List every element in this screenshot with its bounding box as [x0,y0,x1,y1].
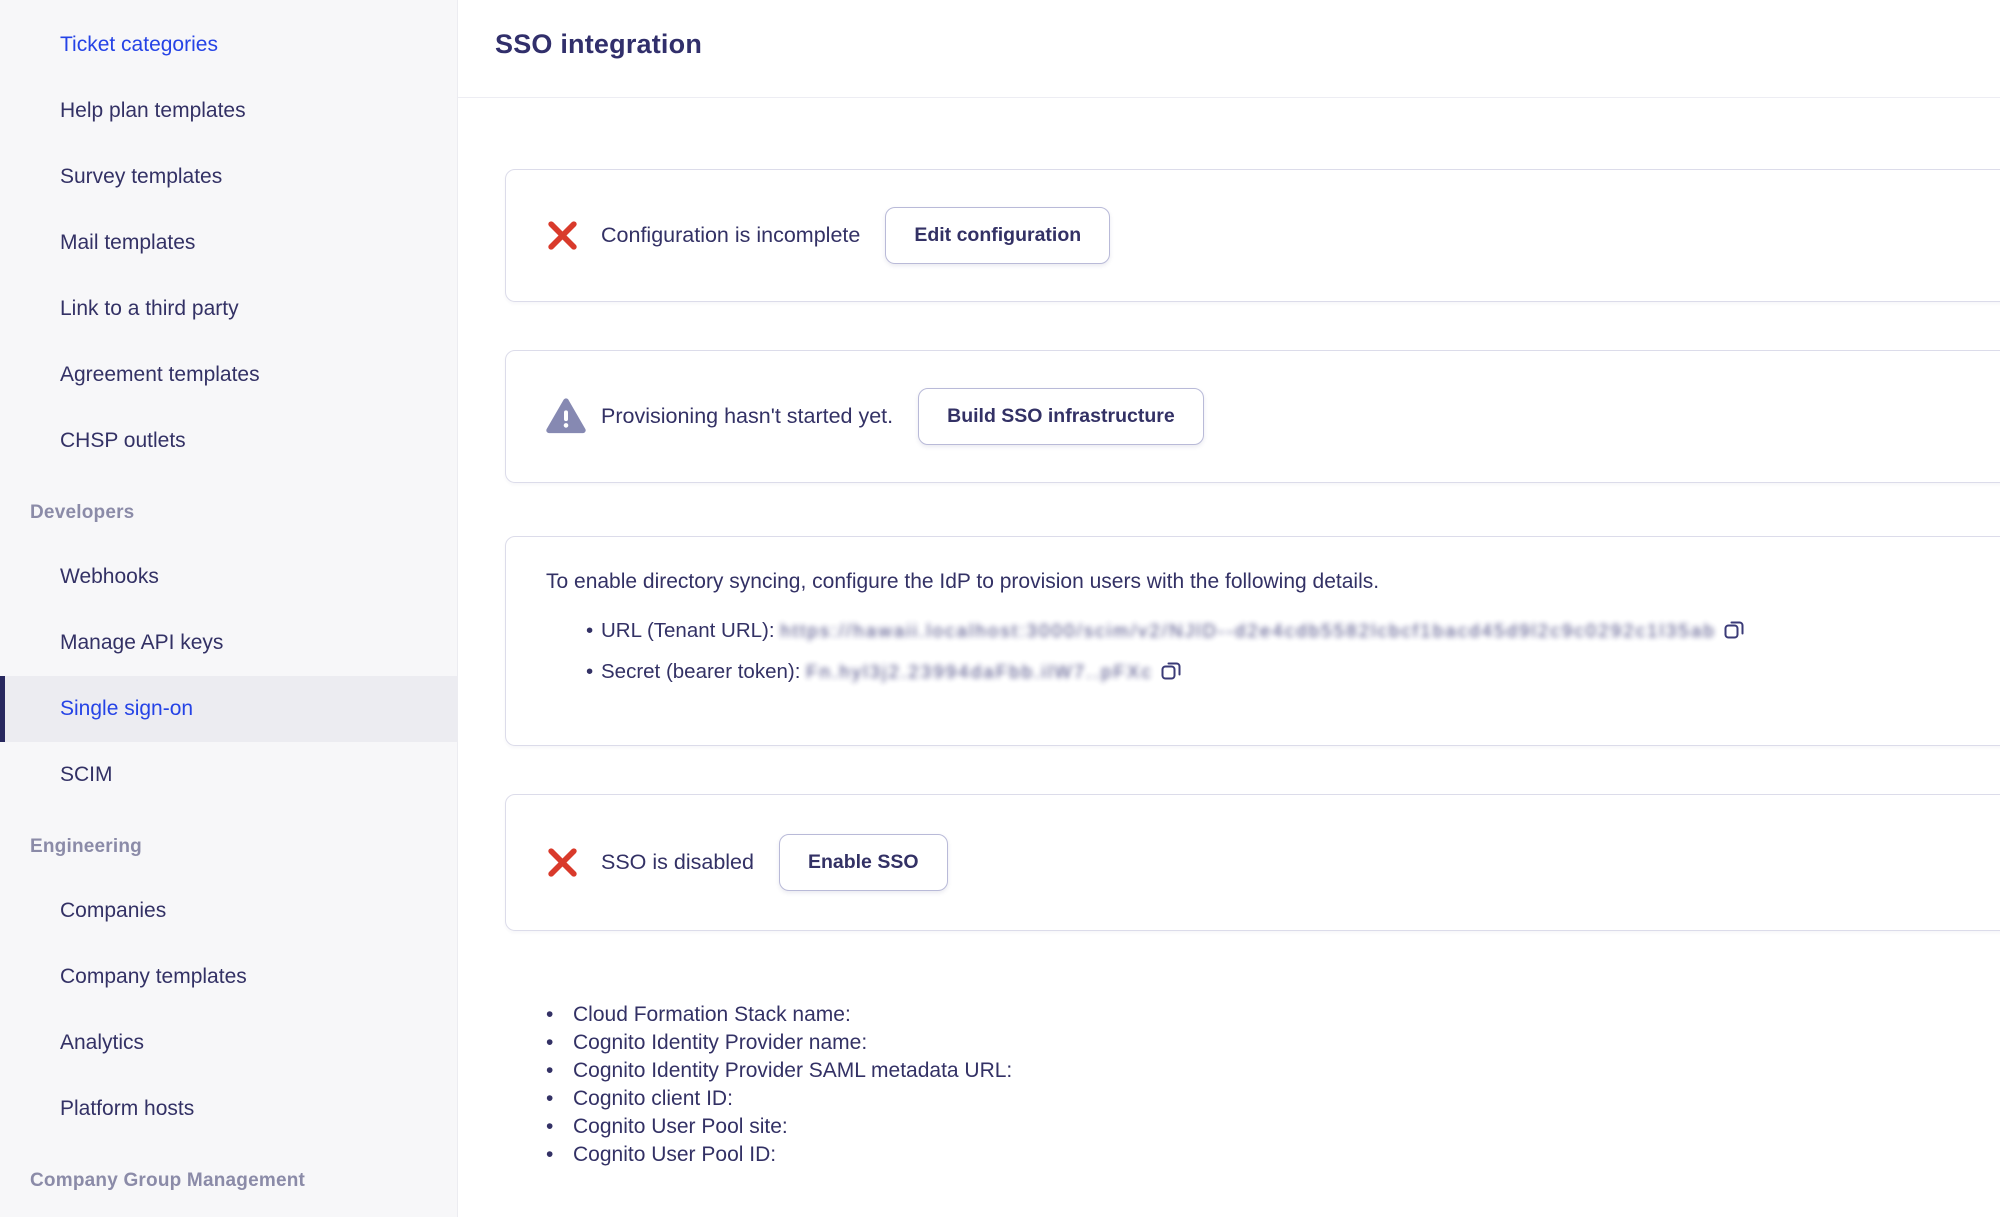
directory-syncing-intro: To enable directory syncing, configure t… [546,570,1983,594]
list-item: Cognito Identity Provider SAML metadata … [546,1057,2000,1085]
sidebar-item-label: Platform hosts [60,1097,194,1121]
bearer-token-redacted-value: Fn.hyl3j2.23994daFbb.ilW7..pFXc [806,661,1153,682]
app-window: Ticket categories Help plan templates Su… [0,0,2000,1217]
enable-sso-button[interactable]: Enable SSO [779,834,948,891]
copy-icon[interactable] [1161,660,1183,682]
sidebar-item-single-sign-on[interactable]: Single sign-on [0,676,457,742]
list-item: Cognito Identity Provider name: [546,1029,2000,1057]
sidebar-item-analytics[interactable]: Analytics [0,1010,457,1076]
sidebar-item-label: CHSP outlets [60,429,186,453]
sidebar-item-chsp-outlets[interactable]: CHSP outlets [0,408,457,474]
page-title: SSO integration [495,29,2000,60]
sidebar-item-label: Ticket categories [60,33,218,57]
sso-status-card: SSO is disabled Enable SSO [505,794,2000,931]
copy-icon[interactable] [1724,619,1746,641]
sidebar-item-platform-hosts[interactable]: Platform hosts [0,1076,457,1142]
sidebar-item-label: Single sign-on [60,697,193,721]
provisioning-status-text: Provisioning hasn't started yet. [601,404,893,429]
title-divider [458,97,2000,98]
sidebar-item-label: Company templates [60,965,247,989]
tenant-url-item: URL (Tenant URL): https://hawaii.localho… [546,619,1983,643]
sidebar-item-agreement-templates[interactable]: Agreement templates [0,342,457,408]
sidebar-item-ticket-categories[interactable]: Ticket categories [0,12,457,78]
sidebar-item-label: Agreement templates [60,363,260,387]
sidebar-item-companies[interactable]: Companies [0,878,457,944]
list-item: Cloud Formation Stack name: [546,1001,2000,1029]
sidebar-item-survey-templates[interactable]: Survey templates [0,144,457,210]
sidebar-item-label: Survey templates [60,165,222,189]
list-item: Cognito User Pool ID: [546,1141,2000,1169]
cognito-details-list: Cloud Formation Stack name: Cognito Iden… [546,1001,2000,1169]
sidebar-section-engineering: Engineering [0,816,457,878]
sidebar-item-label: Webhooks [60,565,159,589]
sidebar-item-label: Link to a third party [60,297,239,321]
tenant-url-redacted-value: https://hawaii.localhost:3000/scim/v2/NJ… [780,620,1716,641]
error-x-icon [546,219,579,252]
sso-status-text: SSO is disabled [601,850,754,875]
configuration-status-text: Configuration is incomplete [601,223,860,248]
sidebar-item-label: SCIM [60,763,113,787]
configuration-status-card: Configuration is incomplete Edit configu… [505,169,2000,302]
directory-syncing-list: URL (Tenant URL): https://hawaii.localho… [546,619,1983,684]
directory-syncing-card: To enable directory syncing, configure t… [505,536,2000,746]
sidebar-item-label: Help plan templates [60,99,246,123]
sidebar-item-company-templates[interactable]: Company templates [0,944,457,1010]
tenant-url-label: URL (Tenant URL): [601,619,780,642]
bearer-token-item: Secret (bearer token): Fn.hyl3j2.23994da… [546,660,1983,684]
sidebar-item-label: Analytics [60,1031,144,1055]
sidebar-item-help-plan-templates[interactable]: Help plan templates [0,78,457,144]
sidebar-section-company-group-management: Company Group Management [0,1150,457,1212]
sidebar-item-link-to-a-third-party[interactable]: Link to a third party [0,276,457,342]
sidebar-item-mail-templates[interactable]: Mail templates [0,210,457,276]
bearer-token-label: Secret (bearer token): [601,660,806,683]
sidebar-item-label: Companies [60,899,166,923]
sso-settings-panel: Configuration is incomplete Edit configu… [458,169,2000,1169]
sidebar-item-scim[interactable]: SCIM [0,742,457,808]
sidebar-item-webhooks[interactable]: Webhooks [0,544,457,610]
sidebar-item-label: Mail templates [60,231,195,255]
sidebar-section-developers: Developers [0,482,457,544]
warning-triangle-icon [546,398,586,435]
settings-sidebar: Ticket categories Help plan templates Su… [0,0,458,1217]
sidebar-item-manage-api-keys[interactable]: Manage API keys [0,610,457,676]
main-content: SSO integration Configuration is incompl… [458,0,2000,1217]
build-sso-infrastructure-button[interactable]: Build SSO infrastructure [918,388,1204,445]
error-x-icon [546,846,579,879]
list-item: Cognito User Pool site: [546,1113,2000,1141]
edit-configuration-button[interactable]: Edit configuration [885,207,1110,264]
sidebar-item-label: Manage API keys [60,631,223,655]
provisioning-status-card: Provisioning hasn't started yet. Build S… [505,350,2000,483]
list-item: Cognito client ID: [546,1085,2000,1113]
